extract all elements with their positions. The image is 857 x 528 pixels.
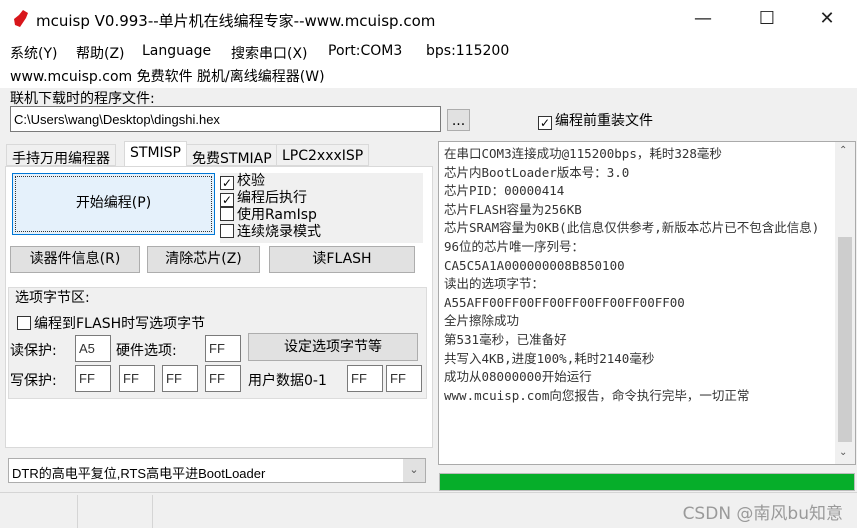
maximize-button[interactable]: ☐: [744, 4, 790, 34]
write-option-checkbox[interactable]: 编程到FLASH时写选项字节: [17, 313, 205, 333]
user-data-input-1[interactable]: [386, 365, 422, 392]
checkbox-icon: [220, 207, 234, 221]
read-flash-button[interactable]: 读FLASH: [269, 246, 415, 273]
checkbox-icon: ✓: [538, 116, 552, 130]
write-protect-label: 写保护:: [10, 373, 57, 389]
reset-mode-select[interactable]: DTR的高电平复位,RTS高电平进BootLoader ⌄: [8, 458, 426, 483]
options-list: ✓ 校验 ✓ 编程后执行 使用RamIsp 连续烧录模式: [220, 173, 423, 243]
menu-system[interactable]: 系统(Y): [10, 43, 57, 63]
progress-fill: [440, 474, 854, 490]
tab-stmiap[interactable]: 免费STMIAP: [186, 144, 278, 167]
write-protect-input-1[interactable]: [119, 365, 155, 392]
title-bar: mcuisp V0.993--单片机在线编程专家--www.mcuisp.com…: [0, 0, 857, 38]
tab-handheld[interactable]: 手持万用编程器: [6, 144, 116, 167]
app-logo-icon: [14, 10, 28, 27]
write-protect-input-3[interactable]: [205, 365, 241, 392]
menu-bar: 系统(Y) 帮助(Z) Language 搜索串口(X) Port:COM3 b…: [0, 38, 857, 88]
write-option-label: 编程到FLASH时写选项字节: [34, 316, 206, 332]
log-text: 在串口COM3连接成功@115200bps，耗时328毫秒 芯片内BootLoa…: [444, 146, 820, 403]
checkbox-icon: ✓: [220, 193, 234, 207]
tab-stmisp[interactable]: STMISP: [124, 141, 187, 167]
read-info-button[interactable]: 读器件信息(R): [10, 246, 140, 273]
group-title: 选项字节区:: [15, 290, 90, 306]
erase-chip-button[interactable]: 清除芯片(Z): [147, 246, 260, 273]
run-after-checkbox[interactable]: ✓ 编程后执行: [220, 190, 423, 207]
stmisp-panel: 开始编程(P) ✓ 校验 ✓ 编程后执行 使用RamIsp 连续烧录模式 读器件信息…: [5, 166, 433, 448]
log-output[interactable]: 在串口COM3连接成功@115200bps，耗时328毫秒 芯片内BootLoa…: [438, 141, 856, 465]
file-label: 联机下载时的程序文件:: [10, 91, 155, 107]
start-programming-button[interactable]: 开始编程(P): [12, 173, 215, 235]
progress-bar: [439, 473, 855, 491]
ramisp-checkbox[interactable]: 使用RamIsp: [220, 207, 423, 224]
menu-search-port[interactable]: 搜索串口(X): [231, 43, 308, 63]
option-bytes-group: 选项字节区: 编程到FLASH时写选项字节 读保护: 硬件选项: 设定选项字节等…: [8, 287, 427, 399]
verify-checkbox[interactable]: ✓ 校验: [220, 173, 423, 190]
option-label: 编程后执行: [237, 190, 307, 206]
window-title: mcuisp V0.993--单片机在线编程专家--www.mcuisp.com: [36, 12, 436, 30]
write-protect-input-0[interactable]: [75, 365, 111, 392]
minimize-button[interactable]: —: [680, 4, 726, 34]
write-protect-input-2[interactable]: [162, 365, 198, 392]
tab-lpc2xxxisp[interactable]: LPC2xxxISP: [276, 144, 370, 166]
checkbox-icon: ✓: [220, 176, 234, 190]
watermark: CSDN @南风bu知意: [682, 504, 843, 524]
close-button[interactable]: ✕: [804, 4, 850, 34]
chevron-down-icon[interactable]: ⌄: [403, 459, 425, 482]
menu-port[interactable]: Port:COM3: [328, 43, 402, 59]
log-scrollbar[interactable]: ⌃ ⌄: [835, 142, 855, 464]
option-label: 连续烧录模式: [237, 224, 321, 240]
scroll-down-icon[interactable]: ⌄: [839, 447, 847, 458]
user-data-label: 用户数据0-1: [248, 373, 327, 389]
scroll-up-icon[interactable]: ⌃: [839, 145, 847, 156]
menu-offline-programmer[interactable]: www.mcuisp.com 免费软件 脱机/离线编程器(W): [10, 66, 325, 86]
scrollbar-thumb[interactable]: [838, 237, 852, 442]
status-divider: [77, 495, 78, 528]
browse-button[interactable]: ...: [447, 109, 470, 131]
menu-bps[interactable]: bps:115200: [426, 43, 509, 59]
file-path-input[interactable]: [10, 106, 441, 132]
menu-language[interactable]: Language: [142, 43, 211, 59]
user-data-input-0[interactable]: [347, 365, 383, 392]
menu-help[interactable]: 帮助(Z): [76, 43, 125, 63]
option-label: 使用RamIsp: [237, 207, 317, 223]
option-label: 校验: [237, 173, 265, 189]
set-option-bytes-button[interactable]: 设定选项字节等: [248, 333, 418, 361]
checkbox-icon: [220, 224, 234, 238]
status-bar: CSDN @南风bu知意: [0, 492, 857, 528]
continuous-checkbox[interactable]: 连续烧录模式: [220, 224, 423, 241]
reload-checkbox[interactable]: ✓ 编程前重装文件: [538, 110, 653, 130]
checkbox-icon: [17, 316, 31, 330]
status-divider: [152, 495, 153, 528]
hardware-option-label: 硬件选项:: [116, 343, 177, 359]
hardware-option-input[interactable]: [205, 335, 241, 362]
read-protect-input[interactable]: [75, 335, 111, 362]
reset-mode-value: DTR的高电平复位,RTS高电平进BootLoader: [12, 466, 266, 481]
reload-label: 编程前重装文件: [555, 113, 653, 129]
read-protect-label: 读保护:: [10, 343, 57, 359]
